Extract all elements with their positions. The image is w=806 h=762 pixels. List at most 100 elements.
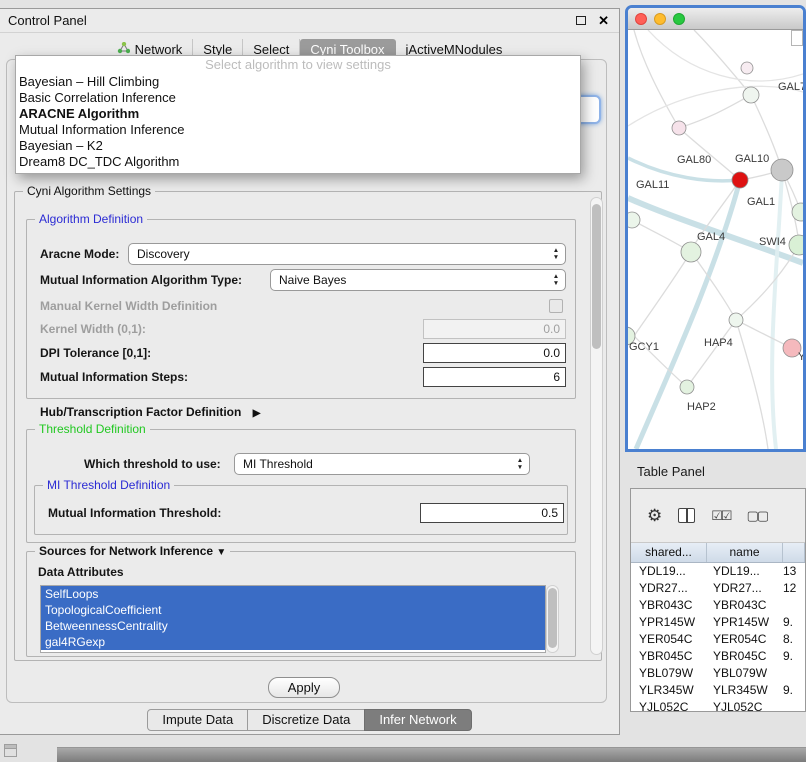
table-row[interactable]: YLR345WYLR345W9. xyxy=(631,682,805,699)
table-cell[interactable] xyxy=(783,699,805,712)
table-cell[interactable]: 9. xyxy=(783,614,805,631)
aracne-mode-select[interactable]: Discovery ▲▼ xyxy=(128,243,566,265)
list-item[interactable]: BetweennessCentrality xyxy=(41,618,545,634)
close-traffic-light[interactable] xyxy=(635,13,647,25)
which-threshold-select[interactable]: MI Threshold ▲▼ xyxy=(234,453,530,475)
column-header-partial[interactable] xyxy=(783,543,805,562)
network-edge[interactable] xyxy=(772,172,782,449)
minimize-traffic-light[interactable] xyxy=(654,13,666,25)
network-node[interactable] xyxy=(732,172,748,188)
column-header-shared-name[interactable]: shared... xyxy=(631,543,707,562)
network-node[interactable] xyxy=(743,87,759,103)
network-edge[interactable] xyxy=(736,320,768,449)
apply-button[interactable]: Apply xyxy=(268,677,340,698)
column-header-name[interactable]: name xyxy=(707,543,783,562)
table-cell[interactable]: YDR27... xyxy=(707,580,783,597)
table-cell[interactable]: 12 xyxy=(783,580,805,597)
manual-kernel-checkbox[interactable] xyxy=(549,299,563,313)
sources-collapser[interactable]: Sources for Network Inference ▼ xyxy=(35,544,230,558)
data-attributes-list[interactable]: SelfLoops TopologicalCoefficient Between… xyxy=(40,585,546,653)
restore-icon[interactable] xyxy=(576,16,586,25)
table-cell[interactable]: YDL19... xyxy=(631,563,707,580)
tab-discretize-data[interactable]: Discretize Data xyxy=(247,709,365,731)
network-node[interactable] xyxy=(628,212,640,228)
network-node[interactable] xyxy=(741,62,753,74)
select-all-checkboxes-icon[interactable]: ☑☑ xyxy=(711,508,730,524)
table-row[interactable]: YDL19...YDL19...13 xyxy=(631,563,805,580)
dpi-tolerance-field[interactable]: 0.0 xyxy=(423,343,566,363)
attribute-list-scrollbar[interactable] xyxy=(546,585,559,653)
dropdown-item[interactable]: Bayesian – K2 xyxy=(16,138,580,154)
table-cell[interactable]: YJL052C xyxy=(707,699,783,712)
list-item[interactable]: TopologicalCoefficient xyxy=(41,602,545,618)
table-cell[interactable]: YER054C xyxy=(631,631,707,648)
table-cell[interactable] xyxy=(783,665,805,682)
table-row[interactable]: YBR045CYBR045C9. xyxy=(631,648,805,665)
dropdown-item-selected[interactable]: ARACNE Algorithm xyxy=(16,106,580,122)
attribute-list-scrollbar-thumb[interactable] xyxy=(548,588,557,648)
control-panel-titlebar[interactable]: Control Panel ✕ xyxy=(0,9,619,33)
table-cell[interactable]: YDL19... xyxy=(707,563,783,580)
dropdown-item[interactable]: Dream8 DC_TDC Algorithm xyxy=(16,154,580,170)
table-cell[interactable]: YBR045C xyxy=(707,648,783,665)
dropdown-item[interactable]: Basic Correlation Inference xyxy=(16,90,580,106)
zoom-traffic-light[interactable] xyxy=(673,13,685,25)
table-row[interactable]: YBL079WYBL079W xyxy=(631,665,805,682)
tab-impute-data[interactable]: Impute Data xyxy=(147,709,248,731)
table-cell[interactable]: YBR043C xyxy=(631,597,707,614)
network-edge[interactable] xyxy=(628,86,803,126)
list-item[interactable]: SelfLoops xyxy=(41,586,545,602)
network-edge[interactable] xyxy=(634,252,691,336)
table-row[interactable]: YDR27...YDR27...12 xyxy=(631,580,805,597)
gear-icon[interactable]: ⚙ xyxy=(647,507,662,524)
table-cell[interactable]: YER054C xyxy=(707,631,783,648)
table-cell[interactable]: YBL079W xyxy=(631,665,707,682)
table-row[interactable]: YPR145WYPR145W9. xyxy=(631,614,805,631)
network-canvas[interactable]: GAL7GAL80GAL10GAL11GAL1SWI4GAL4GCY1HAP4H… xyxy=(628,30,803,449)
network-node[interactable] xyxy=(681,242,701,262)
table-cell[interactable]: YJL052C xyxy=(631,699,707,712)
close-icon[interactable]: ✕ xyxy=(598,13,609,29)
settings-scrollbar[interactable] xyxy=(590,197,603,655)
deselect-all-checkboxes-icon[interactable]: ▢▢ xyxy=(747,508,768,524)
table-cell[interactable]: 9. xyxy=(783,648,805,665)
table-cell[interactable]: 13 xyxy=(783,563,805,580)
dropdown-item[interactable]: Bayesian – Hill Climbing xyxy=(16,74,580,90)
mi-steps-field[interactable]: 6 xyxy=(423,367,566,387)
table-cell[interactable]: YPR145W xyxy=(631,614,707,631)
taskbar[interactable] xyxy=(57,747,806,762)
mi-threshold-field[interactable]: 0.5 xyxy=(420,503,564,523)
settings-scrollbar-thumb[interactable] xyxy=(592,204,601,349)
mi-type-select[interactable]: Naive Bayes ▲▼ xyxy=(270,269,566,291)
table-cell[interactable]: YPR145W xyxy=(707,614,783,631)
table-row[interactable]: YER054CYER054C8. xyxy=(631,631,805,648)
network-window-titlebar[interactable] xyxy=(628,8,803,30)
kernel-width-field[interactable]: 0.0 xyxy=(423,319,566,339)
table-cell[interactable]: YLR345W xyxy=(631,682,707,699)
table-cell[interactable]: YBR043C xyxy=(707,597,783,614)
list-item[interactable]: gal4RGexp xyxy=(41,634,545,650)
table-cell[interactable]: YBR045C xyxy=(631,648,707,665)
network-node[interactable] xyxy=(680,380,694,394)
network-node[interactable] xyxy=(792,203,803,221)
dropdown-item[interactable]: Mutual Information Inference xyxy=(16,122,580,138)
network-edge[interactable] xyxy=(634,30,679,128)
network-node[interactable] xyxy=(789,235,803,255)
table-cell[interactable]: 9. xyxy=(783,682,805,699)
table-cell[interactable] xyxy=(783,597,805,614)
hub-definition-expander[interactable]: Hub/Transcription Factor Definition ▶ xyxy=(40,405,260,419)
tab-infer-network[interactable]: Infer Network xyxy=(364,709,471,731)
table-cell[interactable]: YBL079W xyxy=(707,665,783,682)
columns-icon[interactable] xyxy=(678,508,695,523)
table-row[interactable]: YJL052CYJL052C xyxy=(631,699,805,712)
network-edge[interactable] xyxy=(694,30,751,95)
table-cell[interactable]: YDR27... xyxy=(631,580,707,597)
network-edge[interactable] xyxy=(648,30,803,81)
network-edge[interactable] xyxy=(679,95,751,128)
minimized-window-icon[interactable] xyxy=(4,744,17,757)
network-edge[interactable] xyxy=(687,320,736,387)
network-node[interactable] xyxy=(672,121,686,135)
table-cell[interactable]: YLR345W xyxy=(707,682,783,699)
network-node[interactable] xyxy=(771,159,793,181)
table-cell[interactable]: 8. xyxy=(783,631,805,648)
